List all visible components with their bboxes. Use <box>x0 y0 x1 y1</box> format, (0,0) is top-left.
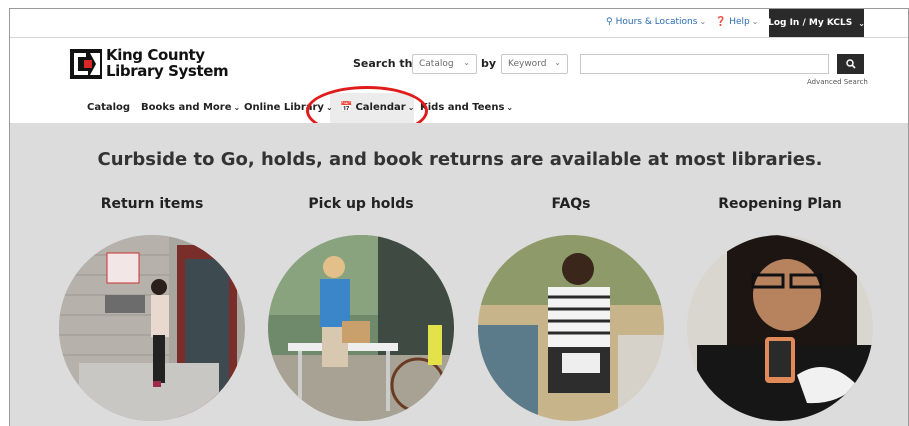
return-items-photo[interactable] <box>59 235 245 421</box>
chevron-down-icon: ⌄ <box>751 17 759 26</box>
chevron-down-icon: ⌄ <box>699 17 707 26</box>
search-button[interactable] <box>837 54 864 74</box>
card-pick-up-holds-label[interactable]: Pick up holds <box>261 196 461 212</box>
pick-up-holds-photo[interactable] <box>268 235 454 421</box>
help-link[interactable]: ❓ Help ⌄ <box>715 17 758 27</box>
search-field-value: Keyword <box>508 59 547 69</box>
nav-catalog-label: Catalog <box>87 102 131 113</box>
card-faqs-label[interactable]: FAQs <box>471 196 671 212</box>
search-scope-value: Catalog <box>419 59 454 69</box>
faqs-photo[interactable] <box>478 235 664 421</box>
card-return-items-label[interactable]: Return items <box>52 196 252 212</box>
logo-line-1: King County <box>106 46 205 64</box>
search-the-label: Search the <box>353 57 420 70</box>
chevron-down-icon: ⌄ <box>233 103 241 112</box>
login-button[interactable]: Log In / My KCLS ⌄ <box>768 9 865 37</box>
question-circle-icon: ❓ <box>715 17 727 27</box>
login-label: Log In / My KCLS <box>768 18 853 28</box>
by-label: by <box>481 57 497 70</box>
chevron-down-icon: ⌄ <box>858 18 865 28</box>
hours-locations-link[interactable]: ⚲ Hours & Locations ⌄ <box>606 17 706 27</box>
help-label: Help <box>729 17 750 27</box>
search-scope-select[interactable]: Catalog ⌄ <box>412 54 477 74</box>
chevron-down-icon: ⌄ <box>554 58 561 67</box>
chevron-down-icon: ⌄ <box>506 103 514 112</box>
nav-catalog[interactable]: Catalog <box>87 102 130 113</box>
advanced-search-link[interactable]: Advanced Search <box>807 78 868 86</box>
logo-line-2: Library System <box>106 62 229 80</box>
nav-books-label: Books and More <box>141 102 232 113</box>
hours-label: Hours & Locations <box>615 17 698 27</box>
browser-viewport: ⚲ Hours & Locations ⌄ ❓ Help ⌄ Log In / My K… <box>9 8 909 426</box>
nav-kids-and-teens[interactable]: Kids and Teens ⌄ <box>420 102 513 113</box>
card-reopening-plan-label[interactable]: Reopening Plan <box>680 196 880 212</box>
map-marker-icon: ⚲ <box>606 17 613 27</box>
search-field-select[interactable]: Keyword ⌄ <box>501 54 568 74</box>
chevron-down-icon: ⌄ <box>463 58 470 67</box>
nav-books-and-more[interactable]: Books and More ⌄ <box>141 102 240 113</box>
nav-kids-label: Kids and Teens <box>420 102 505 113</box>
search-icon <box>845 59 856 69</box>
utility-bar: ⚲ Hours & Locations ⌄ ❓ Help ⌄ Log In / My K… <box>10 9 908 38</box>
kcls-logo-text[interactable]: King County Library System <box>106 46 229 80</box>
kcls-logo-mark[interactable] <box>70 49 102 79</box>
hero-headline: Curbside to Go, holds, and book returns … <box>97 149 823 170</box>
reopening-plan-photo[interactable] <box>687 235 873 421</box>
search-input[interactable] <box>580 54 829 74</box>
